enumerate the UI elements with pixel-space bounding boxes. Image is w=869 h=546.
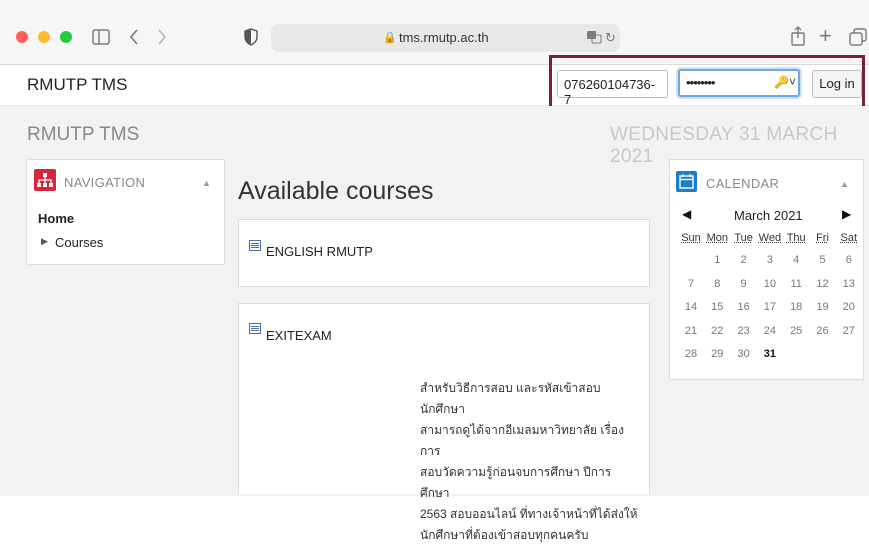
calendar-day[interactable]: 30 [732, 348, 756, 360]
calendar-day[interactable]: 22 [705, 325, 729, 337]
course-link[interactable]: ENGLISH RMUTP [266, 244, 373, 259]
calendar-day[interactable]: 27 [837, 325, 861, 337]
back-icon[interactable] [128, 28, 140, 49]
sidebar-icon[interactable] [92, 29, 110, 48]
username-input[interactable]: 076260104736-7 [557, 70, 668, 107]
address-text: tms.rmutp.ac.th [399, 30, 489, 45]
calendar-day[interactable]: 17 [758, 301, 782, 313]
weekday-header: Mon [706, 232, 728, 244]
summary-line: สำหรับวิธีการสอบ และรหัสเข้าสอบ นักศึกษา [420, 381, 601, 416]
zoom-window-button[interactable] [60, 31, 72, 43]
weekday-header: Sun [681, 232, 701, 244]
calendar-day[interactable]: 8 [705, 278, 729, 290]
calendar-day[interactable]: 15 [705, 301, 729, 313]
page-title: RMUTP TMS [27, 124, 140, 145]
privacy-shield-icon[interactable] [244, 28, 258, 49]
navigation-title: NAVIGATION [64, 175, 146, 190]
calendar-month: March 2021 [734, 208, 803, 223]
calendar-day[interactable]: 18 [784, 301, 808, 313]
course-icon [249, 240, 261, 251]
course-summary: สำหรับวิธีการสอบ และรหัสเข้าสอบ นักศึกษา… [420, 378, 640, 546]
calendar-day[interactable]: 31 [758, 348, 782, 360]
summary-line: สอบวัดความรู้ก่อนจบการศึกษา ปีการศึกษา [420, 465, 612, 500]
calendar-day[interactable]: 24 [758, 325, 782, 337]
calendar-day[interactable]: 9 [732, 278, 756, 290]
navigation-block: NAVIGATION ▲ Home ▶ Courses [26, 159, 225, 265]
calendar-day[interactable]: 14 [679, 301, 703, 313]
summary-line: 2563 สอบออนไลน์ ที่ทางเจ้าหน้าที่ได้ส่งใ… [420, 507, 638, 521]
summary-line: นักศึกษาที่ต้องเข้าสอบทุกคนครับ [420, 528, 589, 542]
calendar-day[interactable]: 21 [679, 325, 703, 337]
new-tab-icon[interactable]: + [819, 25, 832, 47]
calendar-title: CALENDAR [706, 176, 780, 191]
calendar-day[interactable]: 10 [758, 278, 782, 290]
nav-item-courses[interactable]: Courses [55, 235, 103, 250]
lock-icon: 🔒 [383, 32, 397, 44]
translate-icon[interactable] [586, 30, 602, 47]
share-icon[interactable] [790, 26, 806, 49]
calendar-day[interactable]: 23 [732, 325, 756, 337]
calendar-day[interactable]: 26 [811, 325, 835, 337]
course-icon [249, 323, 261, 334]
previous-month-icon[interactable]: ◀ [682, 207, 691, 221]
forward-icon[interactable] [156, 28, 168, 49]
calendar-day[interactable]: 20 [837, 301, 861, 313]
next-month-icon[interactable]: ▶ [842, 207, 851, 221]
reload-icon[interactable]: ↻ [605, 30, 616, 46]
password-key-icon[interactable]: 🔑˅ [774, 75, 796, 89]
login-button[interactable]: Log in [812, 70, 862, 98]
site-brand[interactable]: RMUTP TMS [27, 75, 127, 95]
calendar-day[interactable]: 19 [811, 301, 835, 313]
calendar-icon [676, 171, 697, 192]
collapse-icon[interactable]: ▲ [840, 179, 849, 189]
weekday-header: Sat [840, 232, 858, 244]
calendar-day[interactable]: 16 [732, 301, 756, 313]
collapse-icon[interactable]: ▲ [202, 178, 211, 188]
expand-arrow-icon[interactable]: ▶ [41, 236, 48, 247]
calendar-day[interactable]: 3 [758, 254, 782, 266]
tab-overview-icon[interactable] [849, 28, 867, 49]
close-window-button[interactable] [16, 31, 28, 43]
course-card: ENGLISH RMUTP [238, 219, 650, 287]
calendar-day[interactable]: 25 [784, 325, 808, 337]
calendar-day[interactable]: 13 [837, 278, 861, 290]
calendar-day[interactable]: 5 [811, 254, 835, 266]
calendar-day[interactable]: 2 [732, 254, 756, 266]
calendar-day[interactable]: 11 [784, 278, 808, 290]
nav-item-home[interactable]: Home [38, 211, 74, 226]
calendar-day[interactable]: 28 [679, 348, 703, 360]
address-bar[interactable]: 🔒 tms.rmutp.ac.th ↻ [271, 24, 620, 52]
weekday-header: Wed [758, 232, 782, 244]
calendar-day[interactable]: 1 [705, 254, 729, 266]
summary-line: สามารถดูได้จากอีเมลมหาวิทยาลัย เรื่อง กา… [420, 423, 624, 458]
calendar-day[interactable]: 12 [811, 278, 835, 290]
navigation-sitemap-icon [34, 169, 56, 191]
available-courses-heading: Available courses [238, 177, 434, 205]
calendar-day[interactable]: 4 [784, 254, 808, 266]
course-link[interactable]: EXITEXAM [266, 328, 332, 343]
calendar-day[interactable]: 6 [837, 254, 861, 266]
calendar-day[interactable]: 29 [705, 348, 729, 360]
weekday-header: Thu [786, 232, 806, 244]
calendar-day[interactable]: 7 [679, 278, 703, 290]
weekday-header: Fri [816, 232, 829, 244]
calendar-block: CALENDAR ▲ ◀ March 2021 ▶ Sun Mon Tue Wed Th… [669, 159, 864, 380]
minimize-window-button[interactable] [38, 31, 50, 43]
weekday-header: Tue [734, 232, 753, 244]
course-card: EXITEXAM สำหรับวิธีการสอบ และรหัสเข้าสอบ… [238, 303, 650, 542]
